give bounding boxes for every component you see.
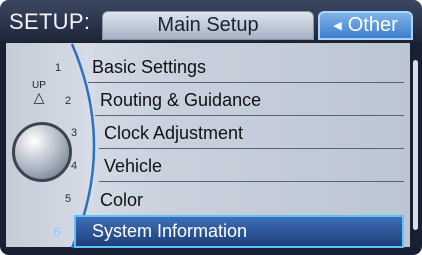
item-number: 5 xyxy=(64,193,72,205)
menu-item-label: Clock Adjustment xyxy=(104,123,244,143)
item-number: 3 xyxy=(70,127,78,139)
item-number: 4 xyxy=(70,160,78,172)
item-number: 2 xyxy=(64,95,72,107)
menu-item-label: Basic Settings xyxy=(92,57,207,77)
item-number: 1 xyxy=(54,62,62,74)
item-number-selected: 6 xyxy=(53,224,61,239)
menu-item-basic-settings[interactable]: Basic Settings xyxy=(88,53,404,83)
menu-item-vehicle[interactable]: Vehicle xyxy=(99,152,404,182)
menu-item-clock-adjustment[interactable]: Clock Adjustment xyxy=(99,119,404,149)
scrollbar-thumb[interactable] xyxy=(413,60,418,230)
menu-item-color[interactable]: Color xyxy=(95,185,404,215)
menu-item-label: Routing & Guidance xyxy=(100,90,262,110)
interface-dial-icon[interactable] xyxy=(12,122,72,182)
up-arrow-icon: △ xyxy=(33,89,45,105)
menu-item-system-information[interactable]: System Information xyxy=(74,215,404,248)
menu-item-label: Vehicle xyxy=(104,156,163,176)
up-indicator: UP △ xyxy=(32,80,46,105)
menu-item-routing-guidance[interactable]: Routing & Guidance xyxy=(95,86,404,116)
nav-screen: SETUP: Main Setup ◀ Other UP △ 1 2 3 4 5… xyxy=(0,0,422,255)
menu-item-label: System Information xyxy=(92,221,248,241)
menu-item-label: Color xyxy=(100,189,144,210)
